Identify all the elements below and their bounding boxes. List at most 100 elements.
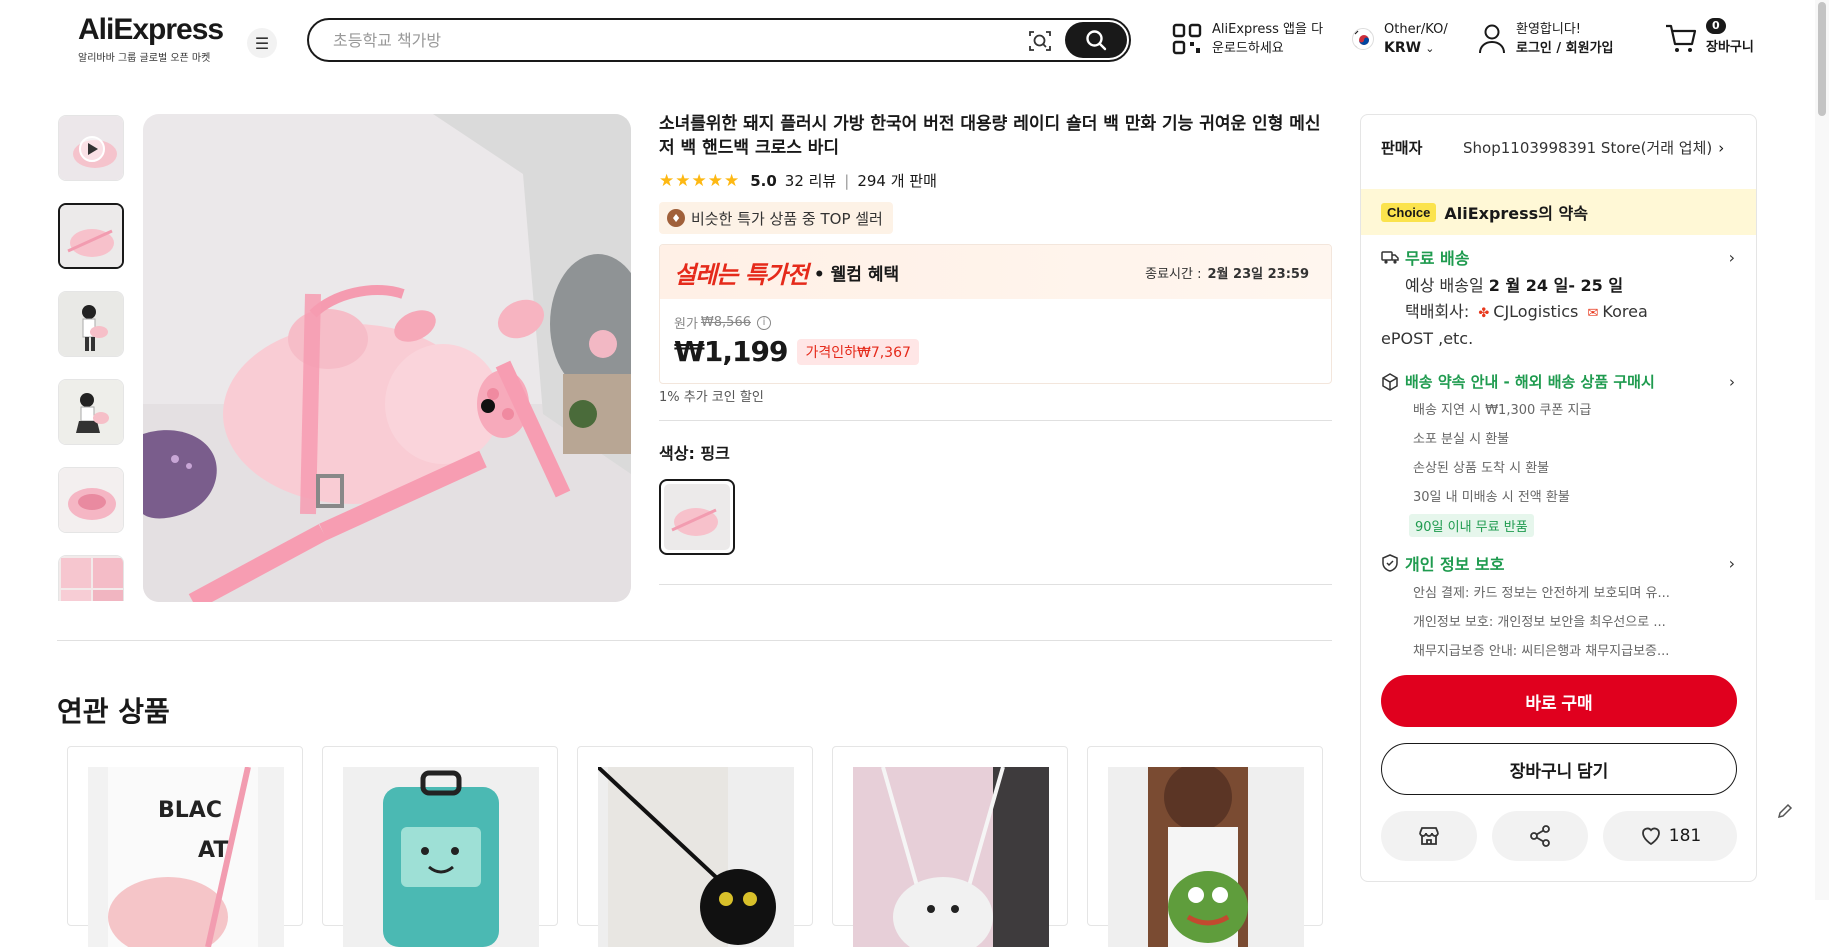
pencil-icon: [1777, 803, 1793, 819]
store-icon: [1419, 827, 1439, 845]
thumbnail-image[interactable]: [58, 203, 124, 269]
user-icon: [1479, 24, 1505, 54]
related-product-card[interactable]: [832, 746, 1068, 947]
delivery-promise-title: 배송 약속 안내 - 해외 배송 상품 구매시: [1405, 373, 1655, 391]
color-option-pink[interactable]: [659, 479, 735, 555]
carrier-etc: ePOST ,etc.: [1381, 329, 1474, 348]
menu-button[interactable]: ☰: [247, 28, 277, 58]
promise-item: 배송 지연 시 ₩1,300 쿠폰 지급: [1413, 396, 1733, 425]
divider: [659, 420, 1332, 421]
price-row: ₩1,199 가격인하₩7,367: [674, 335, 919, 368]
free-return-tag: 90일 이내 무료 반품: [1409, 514, 1534, 537]
color-label: 색상: 핑크: [659, 444, 730, 463]
shield-icon: [1382, 554, 1398, 572]
download-app-link[interactable]: AliExpress 앱을 다 운로드하세요: [1172, 20, 1332, 58]
related-product-card[interactable]: [322, 746, 558, 947]
related-product-card[interactable]: [577, 746, 813, 947]
related-products-title: 연관 상품: [57, 695, 170, 728]
divider: [57, 640, 1332, 641]
delivery-estimate: 예상 배송일 2 월 24 일- 25 일: [1405, 276, 1624, 295]
review-count-link[interactable]: 32 리뷰: [785, 170, 836, 191]
related-product-card[interactable]: [1087, 746, 1323, 947]
search-button[interactable]: [1065, 22, 1127, 58]
promise-item: 손상된 상품 도착 시 환불: [1413, 454, 1733, 483]
shipping-section[interactable]: 무료 배송 › 예상 배송일 2 월 24 일- 25 일 택배회사: ✤ CJL…: [1381, 245, 1741, 351]
deal-box: 설레는 특가전 • 웰컴 혜택 종료시간 :2월 23일 23:59 원가 ₩8,…: [659, 244, 1332, 384]
box-icon: [1382, 372, 1398, 391]
page-scrollbar[interactable]: [1815, 0, 1829, 900]
add-to-cart-button[interactable]: 장바구니 담기: [1381, 743, 1737, 795]
related-product-card[interactable]: BLAC AT: [67, 746, 303, 947]
heart-icon: [1641, 827, 1660, 846]
promise-item: 30일 내 미배송 시 전액 환불: [1413, 483, 1733, 512]
thumbnail-image[interactable]: [58, 467, 124, 533]
logo-text: AliExpress: [78, 13, 224, 46]
main-product-image[interactable]: [143, 114, 631, 602]
deal-header: 설레는 특가전 • 웰컴 혜택 종료시간 :2월 23일 23:59: [660, 245, 1331, 299]
currency-text: KRW: [1384, 40, 1422, 56]
wishlist-button[interactable]: 181: [1603, 811, 1737, 861]
app-text-line1: AliExpress 앱을 다: [1212, 22, 1324, 37]
top-seller-badge: ♦ 비슷한 특가 상품 중 TOP 셀러: [659, 202, 893, 234]
divider: [659, 584, 1332, 585]
svg-text:BLAC: BLAC: [158, 798, 222, 823]
cart-link[interactable]: 0 장바구니: [1664, 18, 1754, 55]
search-bar: [307, 18, 1131, 62]
lang-text: Other/KO/: [1384, 22, 1448, 37]
language-currency-selector[interactable]: Other/KO/ KRW ⌄: [1352, 20, 1448, 58]
aliexpress-logo[interactable]: AliExpress 알리바바 그룹 글로벌 오픈 마켓: [78, 13, 228, 65]
purchase-panel: 판매자 Shop1103998391 Store(거래 업체) › Choice…: [1360, 114, 1757, 882]
store-button[interactable]: [1381, 811, 1477, 861]
thumbnail-video[interactable]: [58, 115, 124, 181]
account-link[interactable]: 환영합니다! 로그인 / 회원가입: [1478, 20, 1614, 58]
thumbnail-image[interactable]: [58, 555, 124, 601]
welcome-text: 환영합니다!: [1516, 22, 1582, 37]
chevron-right-icon: ›: [1718, 138, 1725, 157]
chevron-right-icon: ›: [1728, 553, 1735, 573]
cj-logo-icon: ✤: [1478, 306, 1490, 321]
discount-badge: 가격인하₩7,367: [797, 338, 919, 365]
share-button[interactable]: [1492, 811, 1588, 861]
image-search-icon[interactable]: [1027, 28, 1053, 54]
deal-name: 설레는 특가전: [674, 260, 809, 289]
chevron-right-icon: ›: [1729, 372, 1735, 391]
wishlist-count: 181: [1668, 826, 1702, 846]
current-price: ₩1,199: [674, 335, 788, 368]
seller-name: Shop1103998391 Store(거래 업체): [1463, 139, 1713, 157]
flame-icon: ♦: [667, 209, 685, 227]
feedback-edit-button[interactable]: [1770, 796, 1800, 826]
coin-discount-note: 1% 추가 코인 할인: [659, 390, 764, 405]
product-title: 소녀를위한 돼지 플러시 가방 한국어 버전 대용량 레이디 숄더 백 만화 기…: [659, 114, 1321, 158]
deal-end-time: 종료시간 :2월 23일 23:59: [1145, 267, 1309, 282]
sold-count: 294 개 판매: [857, 172, 937, 190]
info-icon[interactable]: i: [757, 315, 771, 330]
privacy-item: 채무지급보증 안내: 씨티은행과 채무지급보증...: [1413, 637, 1733, 666]
svg-text:AT: AT: [198, 838, 228, 863]
thumbnail-image[interactable]: [58, 379, 124, 445]
privacy-title: 개인 정보 보호: [1405, 555, 1505, 574]
privacy-section[interactable]: 개인 정보 보호 › 안심 결제: 카드 정보는 안전하게 보호되며 유... …: [1381, 551, 1741, 666]
search-input[interactable]: [333, 28, 983, 52]
delivery-promise-section[interactable]: 배송 약속 안내 - 해외 배송 상품 구매시 › 배송 지연 시 ₩1,300…: [1381, 371, 1741, 537]
rating-row: ★★★★★ 5.0 32 리뷰 | 294 개 판매: [659, 170, 937, 191]
thumbnail-strip: [58, 115, 126, 601]
privacy-item: 개인정보 보호: 개인정보 보안을 최우선으로 ...: [1413, 608, 1733, 637]
search-icon: [1086, 30, 1107, 51]
app-text-line2: 운로드하세요: [1212, 41, 1284, 56]
seller-label: 판매자: [1381, 139, 1423, 157]
chevron-down-icon: ⌄: [1425, 42, 1435, 55]
logo-tagline: 알리바바 그룹 글로벌 오픈 마켓: [78, 53, 211, 64]
promise-item: 소포 분실 시 환불: [1413, 425, 1733, 454]
choice-title: AliExpress의 약속: [1444, 204, 1588, 223]
thumbnail-image[interactable]: [58, 291, 124, 357]
korea-post-logo-icon: ✉: [1587, 306, 1599, 321]
deal-subtitle: • 웰컴 혜택: [813, 264, 900, 285]
choice-banner: Choice AliExpress의 약속: [1361, 189, 1756, 235]
original-price: 원가 ₩8,566 i: [674, 313, 771, 332]
free-shipping-title: 무료 배송: [1405, 249, 1470, 268]
scrollbar-thumb[interactable]: [1818, 2, 1826, 116]
qr-code-icon: [1172, 23, 1202, 55]
buy-now-button[interactable]: 바로 구매: [1381, 675, 1737, 727]
cart-icon: [1666, 24, 1697, 52]
seller-row[interactable]: 판매자 Shop1103998391 Store(거래 업체) ›: [1381, 137, 1741, 158]
